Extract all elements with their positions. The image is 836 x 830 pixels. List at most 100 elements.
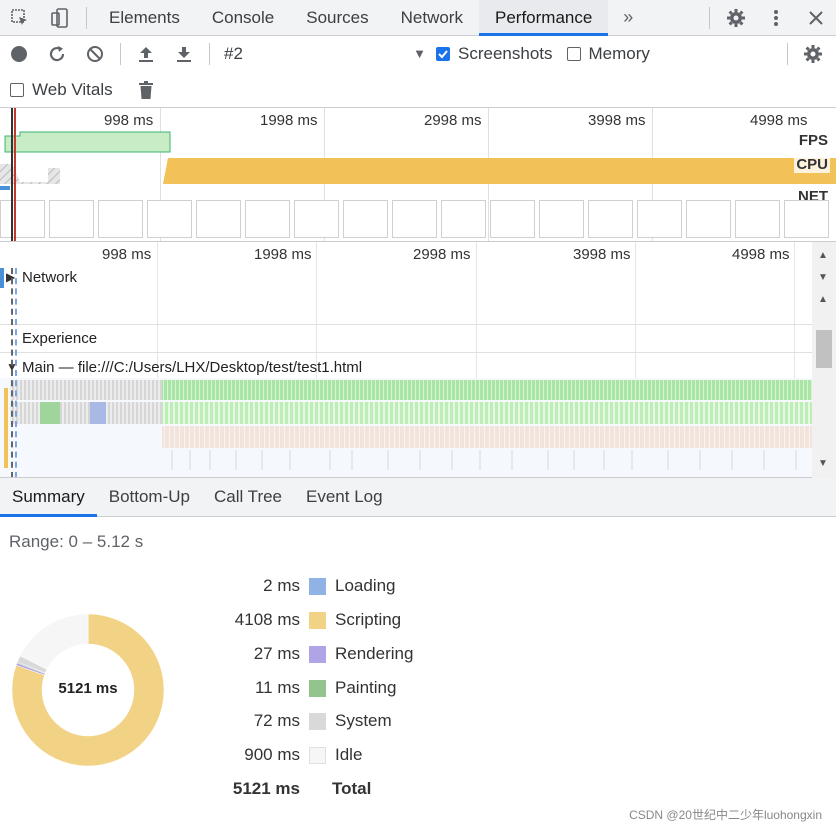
- upload-profile-icon[interactable]: [127, 36, 165, 72]
- summary-range: Range: 0 – 5.12 s: [9, 532, 144, 551]
- toolbar-divider: [709, 7, 710, 29]
- tab-console[interactable]: Console: [196, 0, 290, 36]
- capture-settings-gear-icon[interactable]: [794, 36, 832, 72]
- screenshot-frame: [588, 200, 633, 238]
- tab-performance[interactable]: Performance: [478, 0, 609, 36]
- memory-label: Memory: [588, 44, 650, 63]
- close-icon[interactable]: [796, 0, 836, 36]
- scrollbar-thumb[interactable]: [816, 330, 832, 368]
- recording-select[interactable]: #2 ▼: [216, 44, 436, 64]
- timeline-tick: 998 ms: [102, 246, 152, 263]
- legend-value: 27 ms: [253, 644, 300, 663]
- track-experience[interactable]: Experience: [22, 330, 97, 347]
- legend-swatch: [309, 578, 326, 595]
- network-track-marker: [0, 268, 4, 288]
- legend-swatch: [309, 680, 326, 697]
- track-network[interactable]: Network: [22, 269, 77, 286]
- screenshot-frame: [196, 200, 241, 238]
- screenshot-frame: [539, 200, 584, 238]
- legend-row-painting: 11 ms Painting: [200, 678, 460, 702]
- legend-total-value: 5121 ms: [232, 779, 300, 798]
- screenshot-frame: [490, 200, 535, 238]
- download-profile-icon[interactable]: [165, 36, 203, 72]
- screenshot-frame: [98, 200, 143, 238]
- screenshot-frame: [49, 200, 94, 238]
- devtools-tab-bar: Elements Console Sources Network Perform…: [0, 0, 836, 36]
- timeline-tick: 1998 ms: [254, 246, 312, 263]
- screenshots-checkbox[interactable]: Screenshots: [436, 44, 553, 64]
- recording-select-value: #2: [224, 44, 243, 63]
- clear-icon[interactable]: [76, 36, 114, 72]
- checkbox-unchecked-icon[interactable]: [566, 47, 581, 61]
- track-separator: [0, 324, 812, 325]
- overview-tick: 998 ms: [104, 112, 154, 129]
- chevron-double-right-icon[interactable]: »: [608, 0, 648, 36]
- toolbar-divider: [787, 43, 788, 65]
- timeline-tick: 3998 ms: [573, 246, 631, 263]
- legend-value: 2 ms: [263, 576, 300, 595]
- donut-slice-idle: [19, 613, 89, 670]
- screenshot-frame: [245, 200, 290, 238]
- reload-record-icon[interactable]: [38, 36, 76, 72]
- playhead-marker: [14, 108, 16, 241]
- legend-row-system: 72 ms System: [200, 711, 460, 735]
- flame-scrollbar[interactable]: ▲ ▼ ▲ ▼: [812, 242, 836, 478]
- toolbar-divider: [120, 43, 121, 65]
- toolbar-divider: [209, 43, 210, 65]
- timeline-tick: 2998 ms: [413, 246, 471, 263]
- tab-elements[interactable]: Elements: [93, 0, 196, 36]
- inspect-element-icon[interactable]: [0, 0, 40, 36]
- legend-name: Scripting: [335, 610, 402, 629]
- watermark: CSDN @20世纪中二少年luohongxin: [629, 808, 822, 822]
- legend-total-name: Total: [332, 779, 372, 798]
- screenshot-frame: [392, 200, 437, 238]
- overview-tick: 4998 ms: [750, 112, 808, 129]
- screenshot-frame: [441, 200, 486, 238]
- details-tab-bar: Summary Bottom-Up Call Tree Event Log: [0, 478, 836, 517]
- tab-sources[interactable]: Sources: [290, 0, 384, 36]
- screenshot-frame: [343, 200, 388, 238]
- settings-gear-icon[interactable]: [716, 0, 756, 36]
- screenshot-frame: [294, 200, 339, 238]
- fps-graph: [4, 131, 171, 153]
- tab-summary[interactable]: Summary: [0, 478, 97, 517]
- screenshot-frame: [784, 200, 829, 238]
- screenshot-frame: [147, 200, 192, 238]
- web-vitals-checkbox[interactable]: Web Vitals: [10, 80, 113, 100]
- tab-bottom-up[interactable]: Bottom-Up: [97, 478, 202, 517]
- track-main[interactable]: Main — file:///C:/Users/LHX/Desktop/test…: [22, 359, 362, 376]
- legend-value: 72 ms: [253, 711, 300, 730]
- tab-call-tree[interactable]: Call Tree: [202, 478, 294, 517]
- scroll-up-icon[interactable]: ▲: [818, 250, 828, 261]
- timeline-overview[interactable]: 998 ms 1998 ms 2998 ms 3998 ms 4998 ms F…: [0, 108, 836, 242]
- memory-checkbox[interactable]: Memory: [566, 44, 650, 64]
- overview-tick: 3998 ms: [588, 112, 646, 129]
- toolbar-divider: [86, 6, 87, 29]
- tab-network[interactable]: Network: [385, 0, 479, 36]
- legend-name: Loading: [335, 576, 396, 595]
- trash-icon[interactable]: [127, 72, 165, 108]
- checkbox-unchecked-icon[interactable]: [10, 82, 24, 97]
- scroll-down-icon[interactable]: ▼: [818, 458, 828, 469]
- device-toolbar-icon[interactable]: [40, 0, 80, 36]
- screenshot-frame: [686, 200, 731, 238]
- flame-chart[interactable]: 998 ms 1998 ms 2998 ms 3998 ms 4998 ms ▶…: [0, 242, 812, 478]
- selection-start-marker: [11, 268, 13, 477]
- screenshot-frame: [637, 200, 682, 238]
- performance-toolbar: #2 ▼ Screenshots Memory: [0, 36, 836, 72]
- record-button[interactable]: [0, 36, 38, 72]
- legend-row-total: 5121 ms Total: [200, 779, 460, 803]
- legend-name: System: [335, 711, 392, 730]
- checkbox-checked-icon[interactable]: [436, 47, 450, 61]
- selection-start-marker[interactable]: [11, 108, 13, 241]
- more-vertical-icon[interactable]: [756, 0, 796, 36]
- tab-event-log[interactable]: Event Log: [294, 478, 395, 517]
- legend-name: Idle: [335, 745, 363, 764]
- main-thread-flame: [0, 378, 812, 477]
- screenshot-frame: [0, 200, 45, 238]
- legend-swatch: [309, 713, 326, 730]
- fps-label: FPS: [796, 132, 830, 149]
- scroll-up-icon[interactable]: ▲: [818, 294, 828, 305]
- cpu-label: CPU: [794, 156, 830, 173]
- scroll-down-icon[interactable]: ▼: [818, 272, 828, 283]
